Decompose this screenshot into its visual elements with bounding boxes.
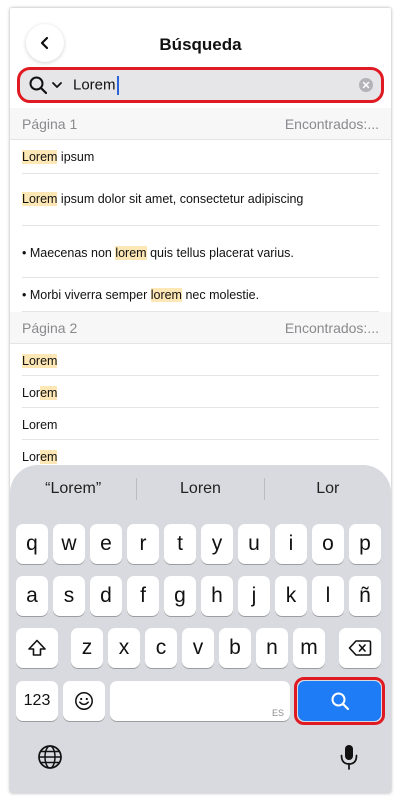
page-title: Búsqueda xyxy=(159,35,242,54)
result-text: • Morbi viverra semper xyxy=(22,288,151,302)
key-s[interactable]: s xyxy=(53,576,85,616)
search-input[interactable]: Lorem xyxy=(73,75,119,95)
key-o[interactable]: o xyxy=(312,524,344,564)
match-highlight: em xyxy=(40,386,58,400)
result-row[interactable]: • Morbi viverra semper lorem nec molesti… xyxy=(22,278,379,312)
results-page-header: Página 2 Encontrados:... xyxy=(10,312,391,344)
result-text: • Maecenas non xyxy=(22,246,116,260)
found-count: Encontrados:... xyxy=(284,115,379,132)
onscreen-keyboard: “Lorem” Loren Lor q w e r t y u i o p a … xyxy=(10,465,391,793)
emoji-icon xyxy=(75,692,93,710)
backspace-icon xyxy=(348,640,372,656)
key-p[interactable]: p xyxy=(349,524,381,564)
match-highlight: lorem xyxy=(150,288,182,302)
suggestion-item[interactable]: Lor xyxy=(265,480,391,498)
globe-icon[interactable] xyxy=(34,741,66,773)
match-highlight: Lorem xyxy=(22,192,58,206)
result-row[interactable]: Lorem ipsum xyxy=(22,140,379,174)
key-m[interactable]: m xyxy=(293,628,325,668)
space-key[interactable]: ES xyxy=(110,681,290,721)
search-query-text: Lorem xyxy=(73,75,116,93)
key-a[interactable]: a xyxy=(16,576,48,616)
key-g[interactable]: g xyxy=(164,576,196,616)
result-text: nec molestie. xyxy=(181,288,260,302)
result-row[interactable]: Lorem ipsum dolor sit amet, consectetur … xyxy=(22,174,379,226)
result-row[interactable]: • Maecenas non lorem quis tellus placera… xyxy=(22,226,379,278)
key-b[interactable]: b xyxy=(219,628,251,668)
key-k[interactable]: k xyxy=(275,576,307,616)
search-results: Página 1 Encontrados:... Lorem ipsum Lor… xyxy=(10,108,391,472)
key-t[interactable]: t xyxy=(164,524,196,564)
result-row[interactable]: Lorem xyxy=(22,376,379,408)
key-i[interactable]: i xyxy=(275,524,307,564)
backspace-key[interactable] xyxy=(339,628,381,668)
clear-search-icon[interactable] xyxy=(359,78,373,92)
result-text: ipsum xyxy=(57,150,95,164)
key-y[interactable]: y xyxy=(201,524,233,564)
header: Búsqueda xyxy=(10,8,391,68)
key-e[interactable]: e xyxy=(90,524,122,564)
suggestion-bar: “Lorem” Loren Lor xyxy=(10,465,391,513)
text-caret xyxy=(116,75,119,95)
match-highlight: lorem xyxy=(115,246,147,260)
results-page-header: Página 1 Encontrados:... xyxy=(10,108,391,140)
chevron-down-icon[interactable] xyxy=(51,79,63,91)
key-l[interactable]: l xyxy=(312,576,344,616)
key-h[interactable]: h xyxy=(201,576,233,616)
result-text: Lor xyxy=(22,450,41,464)
result-text: ipsum dolor sit amet, consectetur adipis… xyxy=(57,192,304,206)
shift-key[interactable] xyxy=(16,628,58,668)
emoji-key[interactable] xyxy=(63,681,105,721)
key-f[interactable]: f xyxy=(127,576,159,616)
result-text: Lorem xyxy=(22,418,58,432)
result-text: quis tellus placerat varius. xyxy=(146,246,294,260)
key-d[interactable]: d xyxy=(90,576,122,616)
suggestion-item[interactable]: Loren xyxy=(137,480,263,498)
search-key-highlight xyxy=(294,677,385,725)
key-w[interactable]: w xyxy=(53,524,85,564)
shift-icon xyxy=(28,639,46,656)
microphone-icon[interactable] xyxy=(333,741,365,773)
key-j[interactable]: j xyxy=(238,576,270,616)
key-z[interactable]: z xyxy=(71,628,103,668)
key-c[interactable]: c xyxy=(145,628,177,668)
key-n[interactable]: n xyxy=(256,628,288,668)
page-label: Página 2 xyxy=(22,319,78,336)
key-r[interactable]: r xyxy=(127,524,159,564)
page-label: Página 1 xyxy=(22,115,78,132)
key-q[interactable]: q xyxy=(16,524,48,564)
search-bar[interactable]: Lorem xyxy=(17,67,384,103)
key-u[interactable]: u xyxy=(238,524,270,564)
space-language-label: ES xyxy=(271,708,284,718)
result-text: Lor xyxy=(22,386,41,400)
numbers-key[interactable]: 123 xyxy=(16,681,58,721)
result-row[interactable]: Lorem xyxy=(22,344,379,376)
key-n-tilde[interactable]: ñ xyxy=(349,576,381,616)
search-icon[interactable] xyxy=(28,75,48,95)
match-highlight: em xyxy=(40,450,58,464)
match-highlight: Lorem xyxy=(22,354,58,368)
match-highlight: Lorem xyxy=(22,150,58,164)
key-v[interactable]: v xyxy=(182,628,214,668)
suggestion-item[interactable]: “Lorem” xyxy=(10,480,136,498)
app-frame: Búsqueda Lorem Página 1 Encontrados:... … xyxy=(10,8,391,793)
found-count: Encontrados:... xyxy=(284,319,379,336)
result-row[interactable]: Lorem xyxy=(22,408,379,440)
key-x[interactable]: x xyxy=(108,628,140,668)
